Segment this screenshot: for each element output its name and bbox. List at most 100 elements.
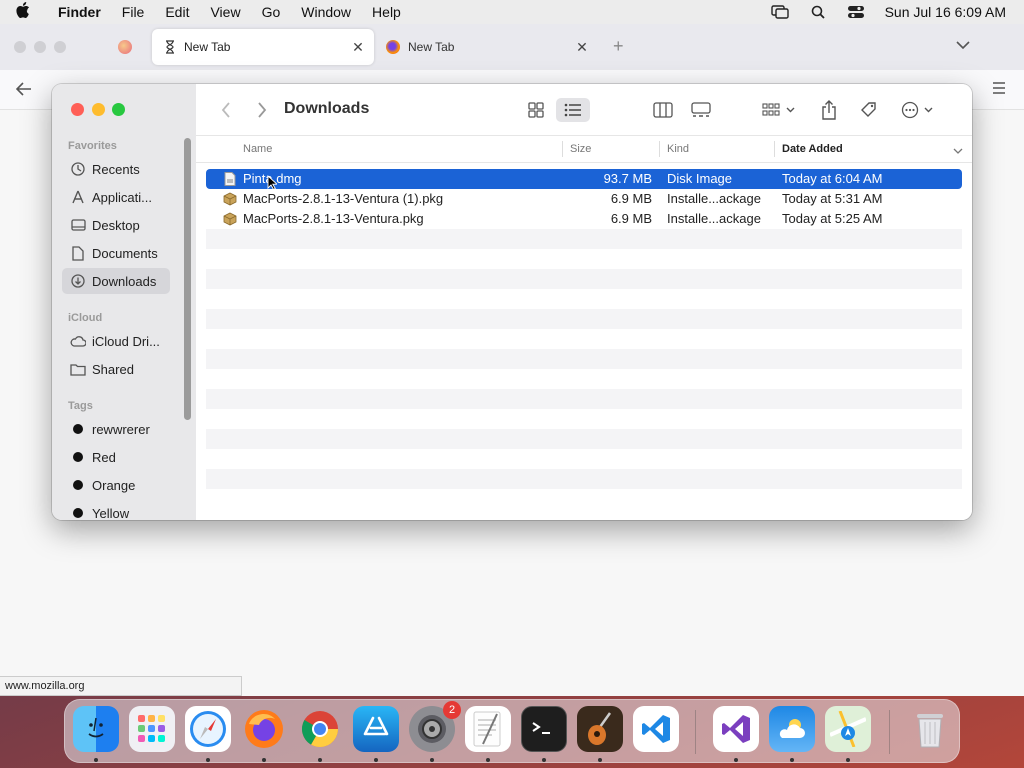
control-center-icon[interactable]	[847, 5, 865, 19]
pinned-tab-icon[interactable]	[118, 40, 132, 54]
browser-zoom-button[interactable]	[54, 41, 66, 53]
sidebar-tag-yellow[interactable]: Yellow	[62, 500, 170, 520]
column-size[interactable]: Size	[561, 141, 591, 157]
browser-minimize-button[interactable]	[34, 41, 46, 53]
sidebar-scrollbar[interactable]	[184, 138, 191, 420]
app-store-icon[interactable]	[353, 706, 399, 752]
empty-row	[206, 409, 962, 429]
sidebar-item-desktop[interactable]: Desktop	[62, 212, 170, 238]
empty-row	[206, 449, 962, 469]
shared-folder-icon	[70, 363, 86, 376]
chevron-down-icon[interactable]	[956, 38, 970, 53]
dock-separator	[889, 710, 890, 754]
hamburger-menu-icon[interactable]	[992, 82, 1006, 97]
forward-chevron-icon[interactable]	[252, 98, 272, 122]
applications-icon	[70, 190, 86, 204]
menu-window[interactable]: Window	[301, 4, 351, 20]
spotlight-search-icon[interactable]	[809, 5, 827, 19]
close-tab-icon[interactable]: ✕	[350, 39, 366, 56]
browser-close-button[interactable]	[14, 41, 26, 53]
system-settings-icon[interactable]: 2	[409, 701, 461, 752]
close-tab-icon[interactable]: ✕	[574, 39, 590, 56]
share-icon[interactable]	[818, 98, 840, 122]
back-arrow-icon[interactable]	[15, 82, 32, 99]
tag-icon[interactable]	[858, 98, 880, 122]
weather-icon[interactable]	[769, 706, 815, 752]
safari-icon[interactable]	[185, 706, 231, 752]
zoom-button[interactable]	[112, 103, 125, 116]
running-indicator	[734, 758, 738, 762]
column-date-added[interactable]: Date Added	[774, 141, 843, 157]
vscode-icon[interactable]	[633, 706, 679, 752]
sidebar-item-icloud-drive[interactable]: iCloud Dri...	[62, 328, 170, 354]
running-indicator	[542, 758, 546, 762]
file-size: 6.9 MB	[610, 191, 652, 206]
file-row-macports-2[interactable]: MacPorts-2.8.1-13-Ventura.pkg 6.9 MB Ins…	[206, 209, 962, 229]
menu-go[interactable]: Go	[262, 4, 281, 20]
apple-menu-icon[interactable]	[16, 2, 36, 22]
sidebar-tag-red[interactable]: Red	[62, 444, 170, 470]
column-header-row: Name Size Kind Date Added	[196, 136, 972, 163]
sidebar-item-shared[interactable]: Shared	[62, 356, 170, 382]
file-size: 93.7 MB	[603, 171, 652, 186]
clock-icon	[70, 162, 86, 176]
status-url: www.mozilla.org	[0, 676, 242, 696]
sidebar-item-label: Applicati...	[92, 189, 152, 205]
tab-label: New Tab	[408, 40, 455, 54]
group-by-icon[interactable]	[760, 98, 800, 122]
list-view-icon[interactable]	[556, 98, 590, 122]
sort-chevron-icon[interactable]	[953, 146, 963, 158]
sidebar-tag-rewwrerer[interactable]: rewwrerer	[62, 416, 170, 442]
column-name[interactable]: Name	[243, 143, 272, 155]
terminal-icon[interactable]	[521, 706, 567, 752]
menu-app-name[interactable]: Finder	[58, 4, 101, 20]
file-kind: Installe...ackage	[667, 211, 761, 226]
sidebar-tag-orange[interactable]: Orange	[62, 472, 170, 498]
finder-sidebar: Favorites Recents Applicati... Desktop D…	[52, 84, 196, 520]
menu-edit[interactable]: Edit	[165, 4, 189, 20]
tab-new-tab[interactable]: New Tab ✕	[376, 29, 598, 65]
sidebar-item-documents[interactable]: Documents	[62, 240, 170, 266]
back-chevron-icon[interactable]	[216, 98, 236, 122]
empty-row	[206, 389, 962, 409]
garageband-icon[interactable]	[577, 706, 623, 752]
browser-tab-bar: New Tab ✕ New Tab ✕ +	[0, 24, 1024, 70]
tab-new-tab-active[interactable]: New Tab ✕	[152, 29, 374, 65]
textedit-icon[interactable]	[465, 706, 511, 752]
sidebar-item-applications[interactable]: Applicati...	[62, 184, 170, 210]
maps-icon[interactable]	[825, 706, 871, 752]
new-tab-icon[interactable]: +	[613, 36, 624, 57]
firefox-icon	[386, 40, 400, 54]
chrome-icon[interactable]	[297, 706, 343, 752]
dock-separator	[695, 710, 696, 754]
icon-view-icon[interactable]	[522, 98, 550, 122]
finder-toolbar: Downloads	[196, 84, 972, 136]
column-kind[interactable]: Kind	[658, 141, 689, 157]
sidebar-item-label: Red	[92, 449, 116, 465]
empty-row	[206, 369, 962, 389]
menu-file[interactable]: File	[122, 4, 145, 20]
menu-view[interactable]: View	[210, 4, 240, 20]
trash-icon[interactable]	[907, 706, 953, 752]
more-actions-icon[interactable]	[900, 98, 938, 122]
sidebar-item-downloads[interactable]: Downloads	[62, 268, 170, 294]
menu-clock[interactable]: Sun Jul 16 6:09 AM	[885, 4, 1006, 20]
firefox-icon[interactable]	[241, 706, 287, 752]
empty-row	[206, 489, 962, 509]
file-date-added: Today at 5:31 AM	[782, 191, 883, 206]
visual-studio-icon[interactable]	[713, 706, 759, 752]
close-button[interactable]	[71, 103, 84, 116]
column-view-icon[interactable]	[648, 98, 678, 122]
menu-help[interactable]: Help	[372, 4, 401, 20]
finder-icon[interactable]	[73, 706, 119, 752]
file-row-macports-1[interactable]: MacPorts-2.8.1-13-Ventura (1).pkg 6.9 MB…	[206, 189, 962, 209]
gallery-view-icon[interactable]	[686, 98, 716, 122]
minimize-button[interactable]	[92, 103, 105, 116]
launchpad-icon[interactable]	[129, 706, 175, 752]
screen-mirroring-icon[interactable]	[770, 5, 789, 19]
running-indicator	[318, 758, 322, 762]
file-date-added: Today at 5:25 AM	[782, 211, 883, 226]
sidebar-item-recents[interactable]: Recents	[62, 156, 170, 182]
file-row-pinta[interactable]: Pinta.dmg 93.7 MB Disk Image Today at 6:…	[206, 169, 962, 191]
file-date-added: Today at 6:04 AM	[782, 171, 883, 186]
